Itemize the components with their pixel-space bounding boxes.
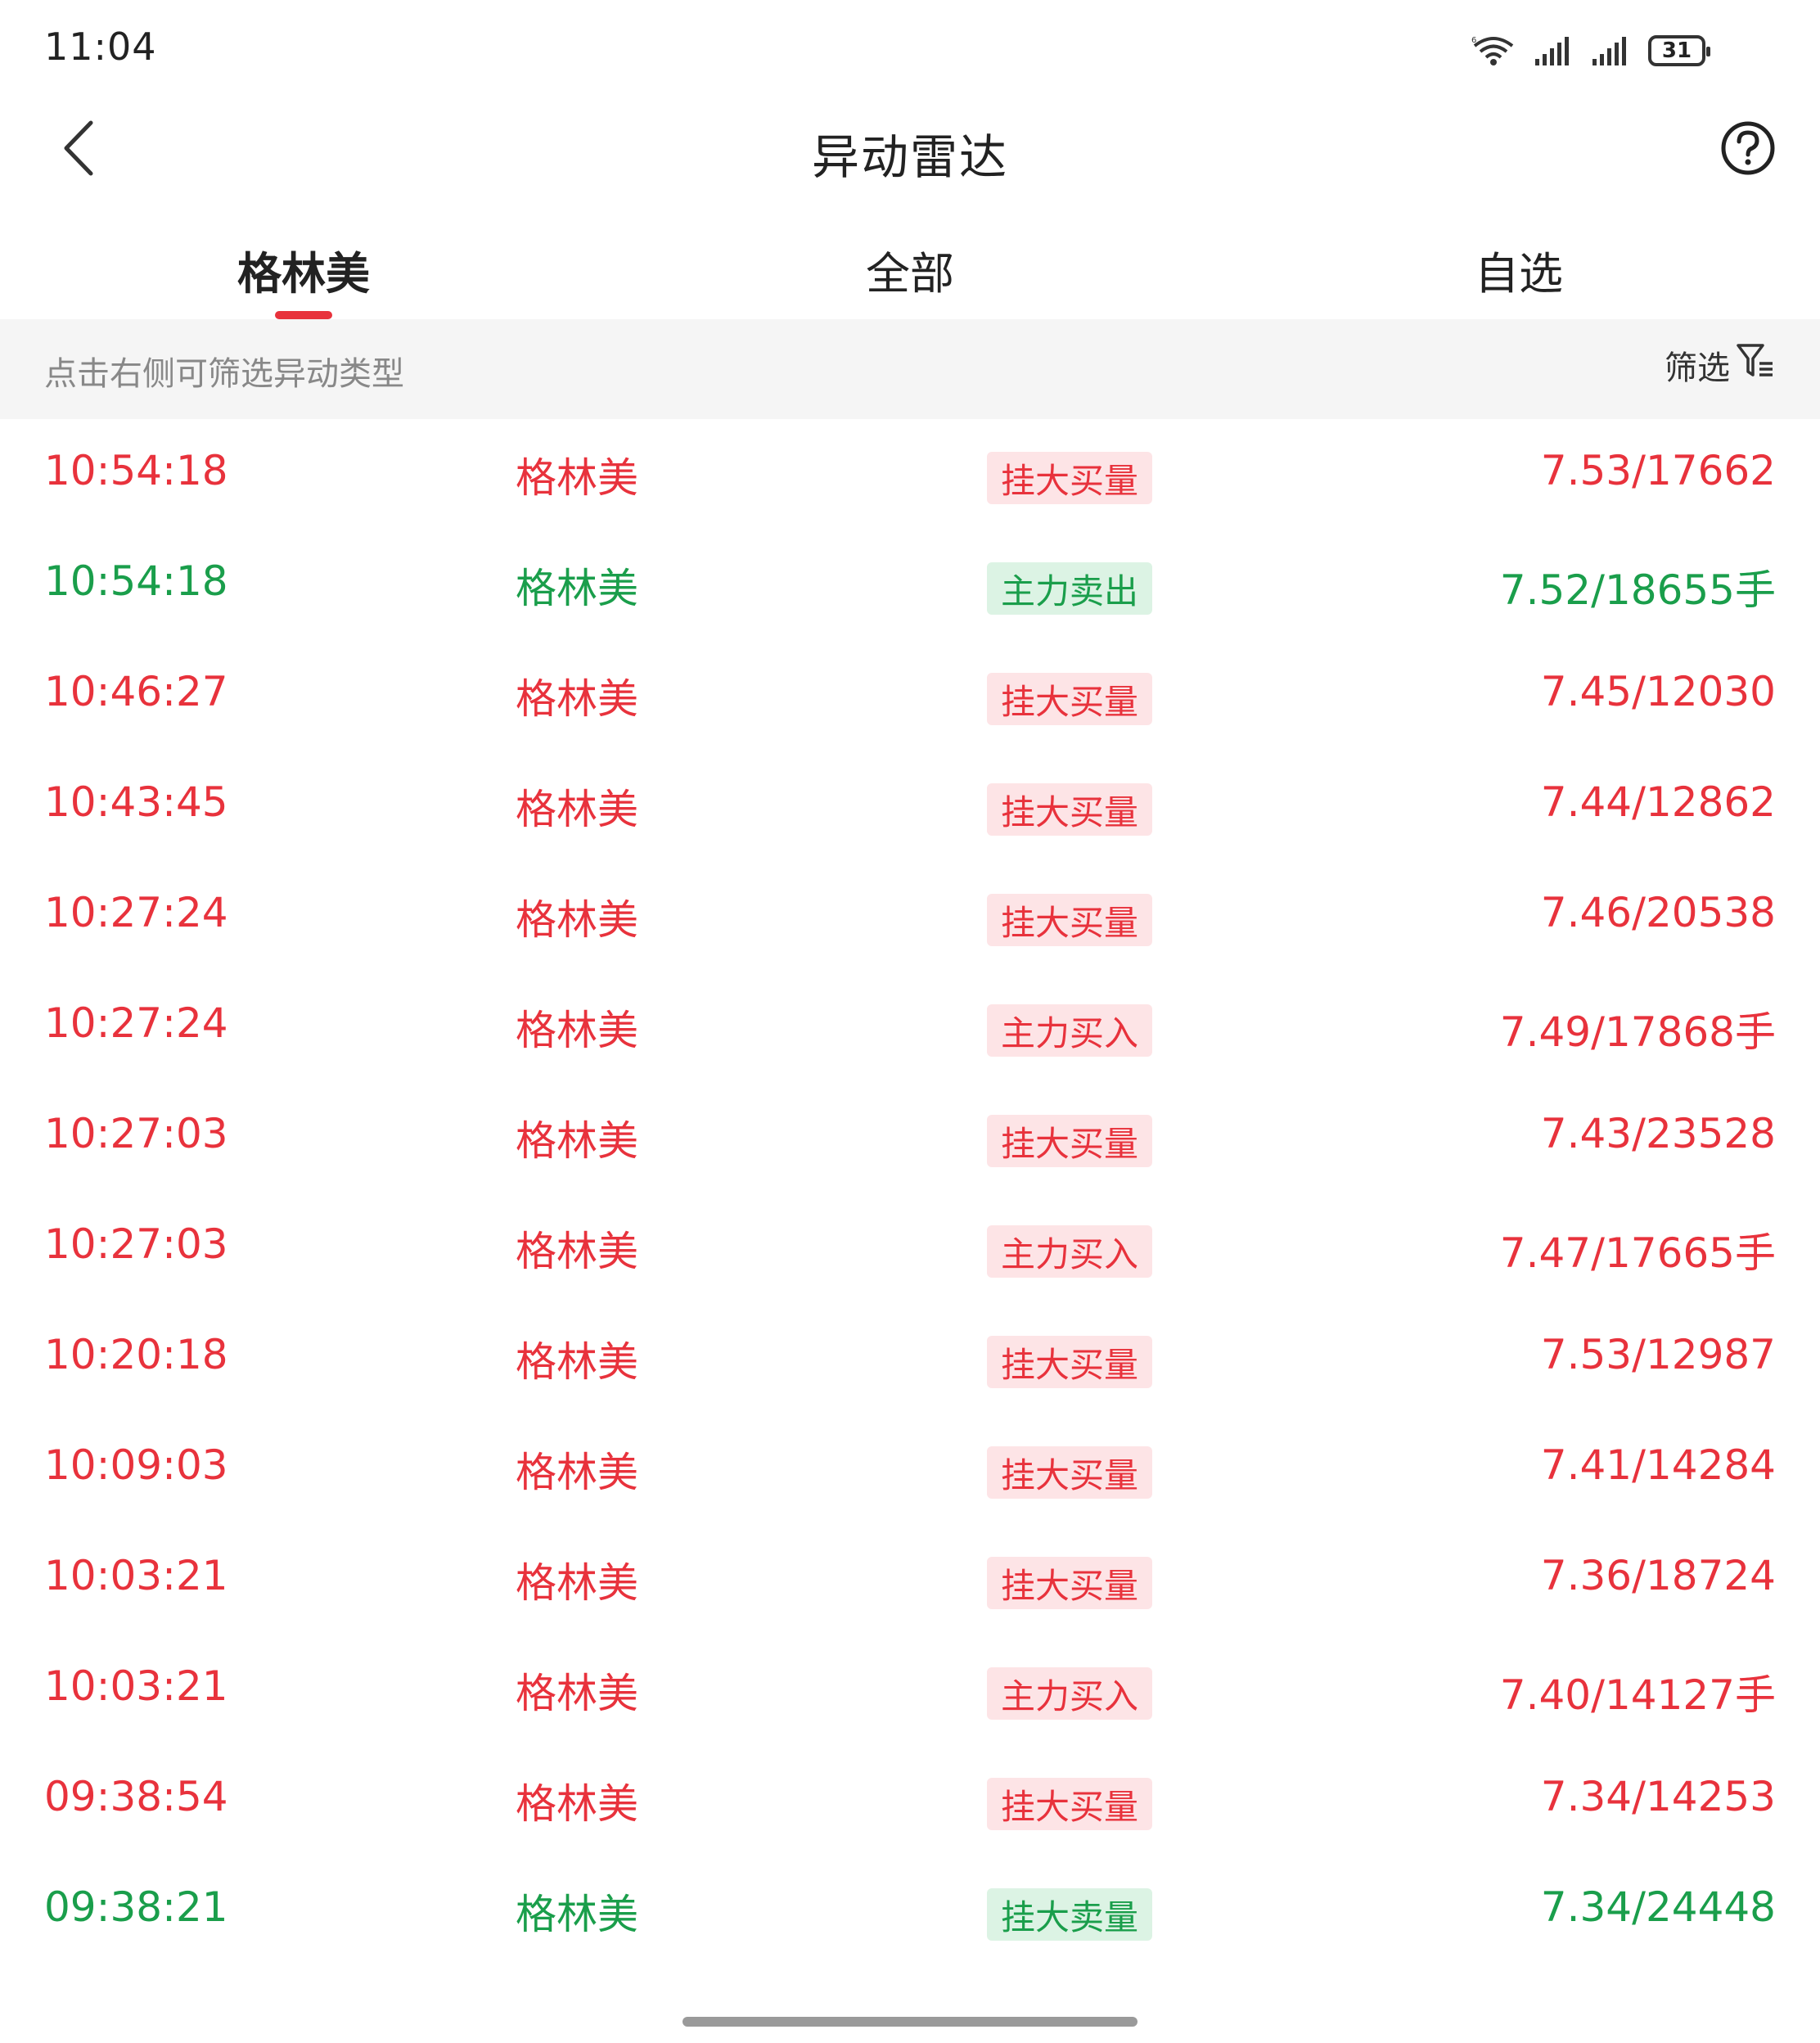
alert-time: 10:09:03 (44, 1441, 228, 1489)
help-icon (1719, 120, 1777, 180)
battery-level: 31 (1661, 38, 1692, 63)
list-item[interactable]: 10:09:03 格林美 挂大买量 7.41/14284 (0, 1414, 1820, 1524)
signal-icon-1 (1534, 34, 1573, 67)
stock-name: 格林美 (516, 1117, 638, 1165)
price-volume: 7.41/14284 (1540, 1441, 1776, 1489)
page-title: 异动雷达 (811, 129, 1008, 185)
list-item[interactable]: 10:03:21 格林美 主力买入 7.40/14127手 (0, 1635, 1820, 1745)
alert-time: 09:38:54 (44, 1773, 228, 1820)
price-volume: 7.52/18655手 (1499, 566, 1776, 614)
stock-name: 格林美 (516, 786, 638, 833)
stock-name: 格林美 (516, 1449, 638, 1496)
price-volume: 7.40/14127手 (1499, 1671, 1776, 1719)
alert-type-badge: 挂大买量 (987, 1115, 1152, 1167)
alert-time: 10:27:03 (44, 1220, 228, 1268)
tab-watchlist[interactable]: 自选 (1355, 237, 1683, 302)
alert-type-badge: 挂大买量 (987, 1778, 1152, 1830)
price-volume: 7.46/20538 (1540, 889, 1776, 936)
help-button[interactable] (1719, 120, 1777, 179)
alert-list: 10:54:18 格林美 挂大买量 7.53/17662 10:54:18 格林美 主力卖出… (0, 419, 1820, 1966)
alert-type-badge: 主力买入 (987, 1667, 1152, 1720)
header: 异动雷达 (0, 102, 1820, 196)
list-item[interactable]: 10:46:27 格林美 挂大买量 7.45/12030 (0, 640, 1820, 751)
stock-name: 格林美 (516, 454, 638, 502)
alert-time: 10:46:27 (44, 668, 228, 715)
stock-name: 格林美 (516, 1891, 638, 1938)
alert-time: 10:27:24 (44, 889, 228, 936)
filter-icon (1735, 340, 1776, 390)
price-volume: 7.47/17665手 (1499, 1229, 1776, 1277)
stock-name: 格林美 (516, 1559, 638, 1607)
list-item[interactable]: 10:27:03 格林美 主力买入 7.47/17665手 (0, 1193, 1820, 1303)
home-indicator[interactable] (682, 2017, 1138, 2027)
status-time: 11:04 (44, 25, 157, 69)
tab-active-indicator (275, 311, 332, 319)
stock-name: 格林美 (516, 565, 638, 612)
tab-bar: 格林美 全部 自选 (0, 213, 1820, 319)
list-item[interactable]: 09:38:54 格林美 挂大买量 7.34/14253 (0, 1745, 1820, 1856)
alert-type-badge: 挂大买量 (987, 673, 1152, 725)
list-item[interactable]: 09:38:21 格林美 挂大卖量 7.34/24448 (0, 1856, 1820, 1966)
alert-type-badge: 挂大买量 (987, 1557, 1152, 1609)
price-volume: 7.44/12862 (1540, 778, 1776, 826)
alert-time: 10:20:18 (44, 1331, 228, 1378)
list-item[interactable]: 10:54:18 格林美 主力卖出 7.52/18655手 (0, 530, 1820, 640)
list-item[interactable]: 10:43:45 格林美 挂大买量 7.44/12862 (0, 751, 1820, 861)
filter-bar: 点击右侧可筛选异动类型 筛选 (0, 319, 1820, 419)
alert-type-badge: 主力买入 (987, 1225, 1152, 1278)
stock-name: 格林美 (516, 1228, 638, 1275)
filter-hint: 点击右侧可筛选异动类型 (44, 355, 404, 393)
price-volume: 7.49/17868手 (1499, 1008, 1776, 1056)
tab-stock[interactable]: 格林美 (140, 237, 467, 302)
svg-text:6: 6 (1471, 36, 1476, 45)
price-volume: 7.36/18724 (1540, 1552, 1776, 1599)
list-item[interactable]: 10:27:24 格林美 挂大买量 7.46/20538 (0, 861, 1820, 972)
alert-time: 10:03:21 (44, 1662, 228, 1710)
stock-name: 格林美 (516, 1780, 638, 1828)
alert-time: 10:43:45 (44, 778, 228, 826)
alert-type-badge: 主力卖出 (987, 562, 1152, 615)
alert-time: 10:27:24 (44, 999, 228, 1047)
stock-name: 格林美 (516, 1338, 638, 1386)
battery-icon: 31 (1648, 35, 1710, 66)
stock-name: 格林美 (516, 1007, 638, 1054)
status-icons: 6 31 (1471, 29, 1710, 72)
alert-type-badge: 挂大买量 (987, 1336, 1152, 1388)
stock-name: 格林美 (516, 896, 638, 944)
price-volume: 7.45/12030 (1540, 668, 1776, 715)
alert-type-badge: 主力买入 (987, 1004, 1152, 1057)
list-item[interactable]: 10:54:18 格林美 挂大买量 7.53/17662 (0, 419, 1820, 530)
alert-time: 10:03:21 (44, 1552, 228, 1599)
price-volume: 7.34/14253 (1540, 1773, 1776, 1820)
price-volume: 7.53/17662 (1540, 447, 1776, 494)
list-item[interactable]: 10:20:18 格林美 挂大买量 7.53/12987 (0, 1303, 1820, 1414)
alert-type-badge: 挂大买量 (987, 894, 1152, 946)
tab-all[interactable]: 全部 (746, 237, 1074, 302)
status-bar: 11:04 6 31 (0, 0, 1820, 102)
filter-label: 筛选 (1665, 350, 1730, 387)
alert-time: 10:54:18 (44, 557, 228, 605)
alert-type-badge: 挂大买量 (987, 1446, 1152, 1499)
wifi-icon: 6 (1471, 34, 1516, 67)
list-item[interactable]: 10:03:21 格林美 挂大买量 7.36/18724 (0, 1524, 1820, 1635)
alert-time: 09:38:21 (44, 1883, 228, 1931)
price-volume: 7.34/24448 (1540, 1883, 1776, 1931)
alert-type-badge: 挂大买量 (987, 783, 1152, 836)
price-volume: 7.43/23528 (1540, 1110, 1776, 1157)
signal-icon-2 (1591, 34, 1630, 67)
alert-time: 10:54:18 (44, 447, 228, 494)
stock-name: 格林美 (516, 675, 638, 723)
filter-button[interactable]: 筛选 (1665, 340, 1776, 390)
list-item[interactable]: 10:27:03 格林美 挂大买量 7.43/23528 (0, 1082, 1820, 1193)
alert-time: 10:27:03 (44, 1110, 228, 1157)
price-volume: 7.53/12987 (1540, 1331, 1776, 1378)
alert-type-badge: 挂大卖量 (987, 1888, 1152, 1941)
alert-type-badge: 挂大买量 (987, 452, 1152, 504)
stock-name: 格林美 (516, 1670, 638, 1717)
list-item[interactable]: 10:27:24 格林美 主力买入 7.49/17868手 (0, 972, 1820, 1082)
